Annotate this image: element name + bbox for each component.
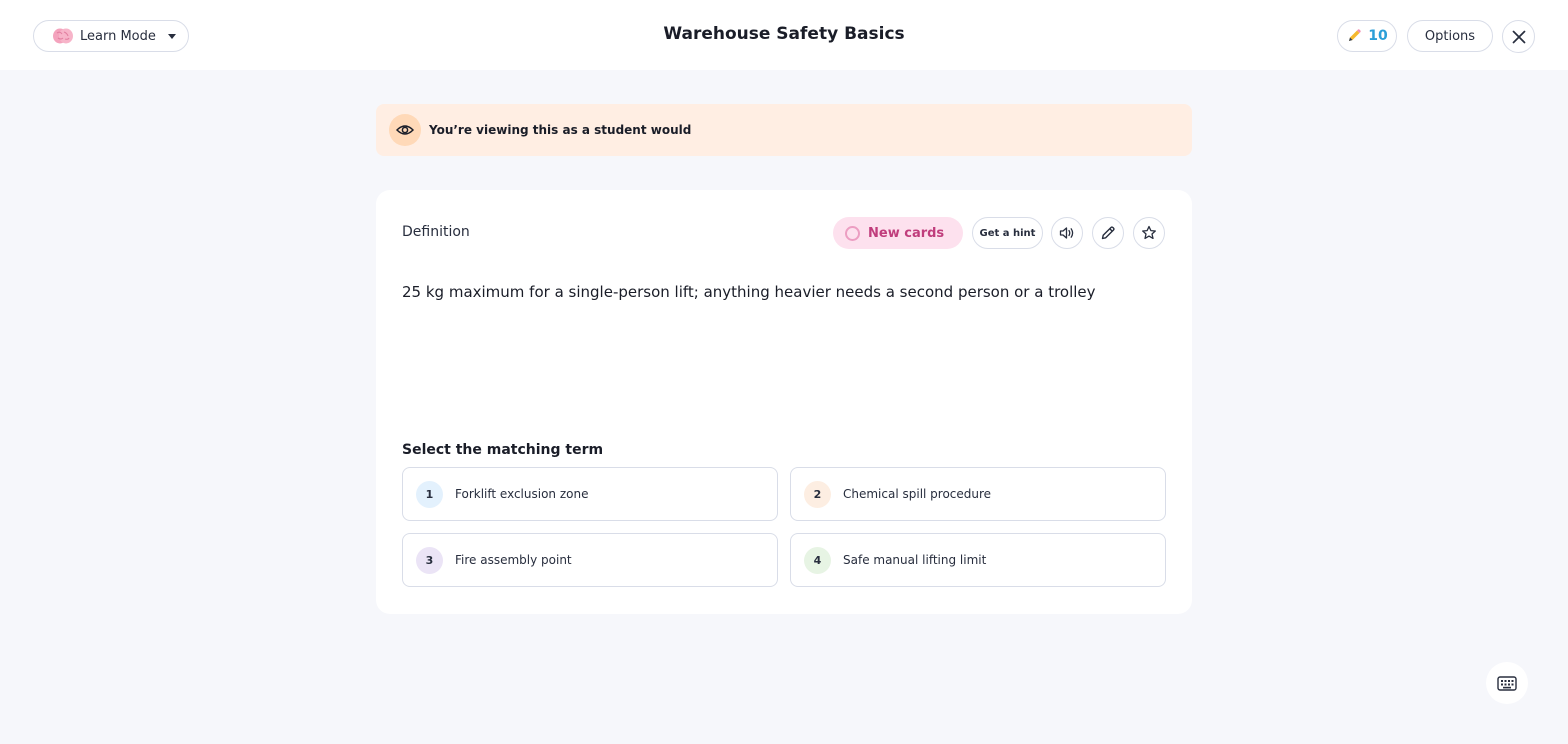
card-label: Definition (402, 224, 470, 240)
option-text: Forklift exclusion zone (455, 487, 589, 501)
option-text: Fire assembly point (455, 553, 572, 567)
status-label: New cards (868, 225, 945, 241)
keyboard-icon (1497, 675, 1517, 691)
option-number: 3 (416, 546, 443, 574)
close-icon (1512, 30, 1525, 43)
option-number: 1 (416, 480, 443, 508)
student-view-banner: You’re viewing this as a student would (376, 104, 1192, 156)
close-button[interactable] (1502, 20, 1535, 53)
star-icon (1142, 225, 1156, 240)
eye-icon (396, 125, 414, 135)
edit-button[interactable] (1092, 217, 1124, 249)
option-text: Chemical spill procedure (843, 487, 992, 501)
answer-option-2[interactable]: 2 Chemical spill procedure (790, 467, 1166, 521)
streak-badge-button[interactable]: 10 (1337, 20, 1397, 52)
keyboard-shortcuts-button[interactable] (1486, 662, 1528, 704)
status-ring-icon (845, 225, 860, 241)
banner-text: You’re viewing this as a student would (429, 123, 692, 137)
edit-icon (1101, 226, 1115, 240)
option-text: Safe manual lifting limit (843, 553, 987, 567)
page-title: Warehouse Safety Basics (663, 24, 905, 44)
audio-button[interactable] (1051, 217, 1083, 249)
speaker-icon (1059, 227, 1074, 239)
eye-icon-wrapper (389, 114, 421, 146)
answer-option-4[interactable]: 4 Safe manual lifting limit (790, 533, 1166, 587)
star-button[interactable] (1133, 217, 1165, 249)
get-hint-button[interactable]: Get a hint (972, 217, 1043, 249)
answer-option-1[interactable]: 1 Forklift exclusion zone (402, 467, 778, 521)
top-bar: Learn Mode Warehouse Safety Basics 10 Op… (0, 0, 1568, 70)
pencil-icon (1349, 29, 1361, 41)
streak-count: 10 (1368, 28, 1388, 44)
option-number: 2 (804, 480, 831, 508)
new-cards-status: New cards (833, 217, 963, 249)
option-number: 4 (804, 546, 831, 574)
definition-text: 25 kg maximum for a single-person lift; … (402, 283, 1096, 301)
answer-prompt: Select the matching term (402, 442, 604, 458)
question-card: Definition New cards Get a hint 25 kg ma… (376, 190, 1192, 614)
options-button[interactable]: Options (1407, 20, 1493, 52)
answer-option-3[interactable]: 3 Fire assembly point (402, 533, 778, 587)
